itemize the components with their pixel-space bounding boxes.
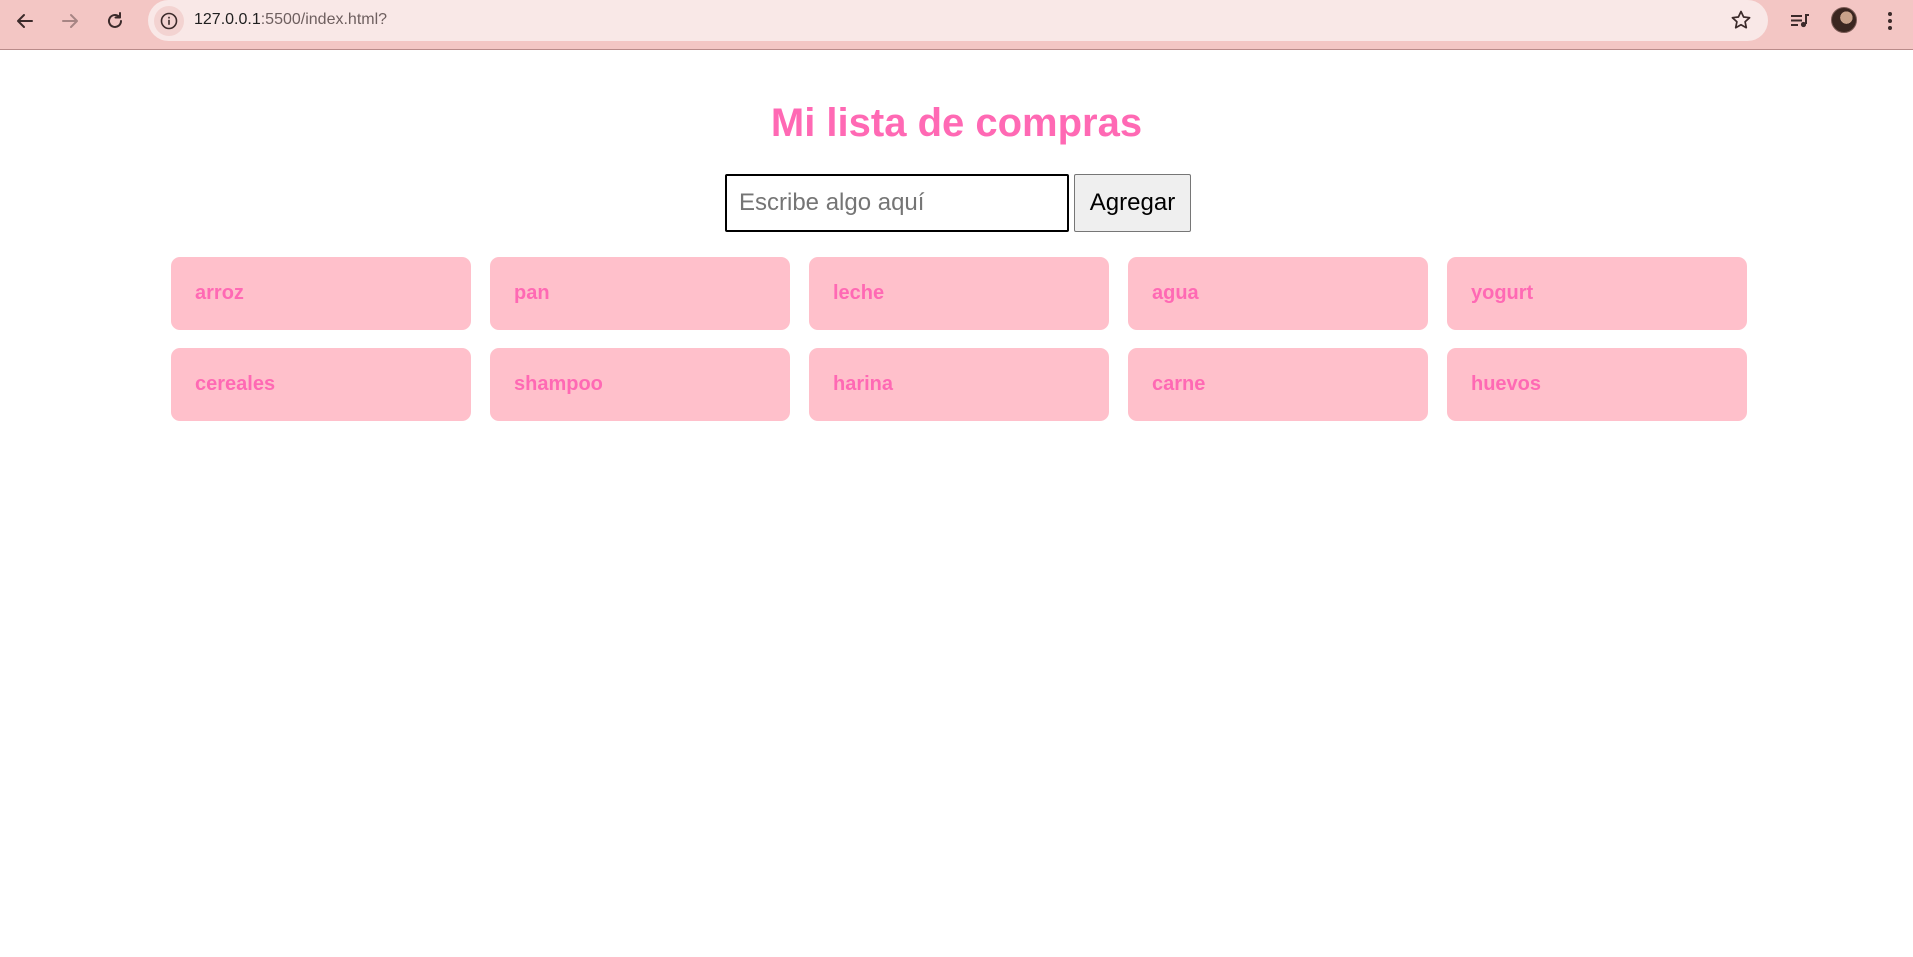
arrow-right-icon	[62, 14, 78, 28]
page-title: Mi lista de compras	[770, 101, 1143, 145]
kebab-menu-icon	[1888, 12, 1892, 30]
list-item[interactable]: leche	[809, 257, 1109, 330]
browser-menu-button[interactable]	[1874, 5, 1906, 37]
url-text[interactable]: 127.0.0.1:5500/index.html?	[194, 11, 387, 29]
list-item[interactable]: cereales	[171, 348, 471, 421]
list-item[interactable]: arroz	[171, 257, 471, 330]
media-queue-icon	[1791, 14, 1809, 28]
reload-button[interactable]	[98, 4, 132, 38]
add-button[interactable]: Agregar	[1074, 174, 1191, 232]
item-input[interactable]	[725, 174, 1069, 232]
info-icon	[160, 12, 178, 30]
list-item[interactable]: pan	[490, 257, 790, 330]
url-host: 127.0.0.1	[194, 11, 261, 28]
browser-toolbar: 127.0.0.1:5500/index.html?	[0, 0, 1913, 50]
page-content: Mi lista de compras Agregar arroz pan le…	[0, 51, 1913, 957]
url-path: :5500/index.html?	[260, 11, 388, 28]
bookmark-button[interactable]	[1730, 9, 1752, 36]
reload-icon	[108, 12, 122, 28]
forward-button[interactable]	[53, 4, 87, 38]
star-icon	[1731, 10, 1751, 29]
add-item-form: Agregar	[725, 174, 1191, 232]
back-button[interactable]	[8, 4, 42, 38]
list-item[interactable]: carne	[1128, 348, 1428, 421]
profile-avatar[interactable]	[1831, 7, 1857, 33]
address-bar[interactable]: 127.0.0.1:5500/index.html?	[148, 0, 1768, 41]
media-controls-button[interactable]	[1784, 5, 1816, 37]
list-item[interactable]: yogurt	[1447, 257, 1747, 330]
site-info-button[interactable]	[154, 6, 184, 36]
list-item[interactable]: agua	[1128, 257, 1428, 330]
list-item[interactable]: shampoo	[490, 348, 790, 421]
list-item[interactable]: harina	[809, 348, 1109, 421]
list-item[interactable]: huevos	[1447, 348, 1747, 421]
shopping-list: arroz pan leche agua yogurt cereales sha…	[171, 257, 1747, 421]
arrow-left-icon	[17, 14, 33, 28]
